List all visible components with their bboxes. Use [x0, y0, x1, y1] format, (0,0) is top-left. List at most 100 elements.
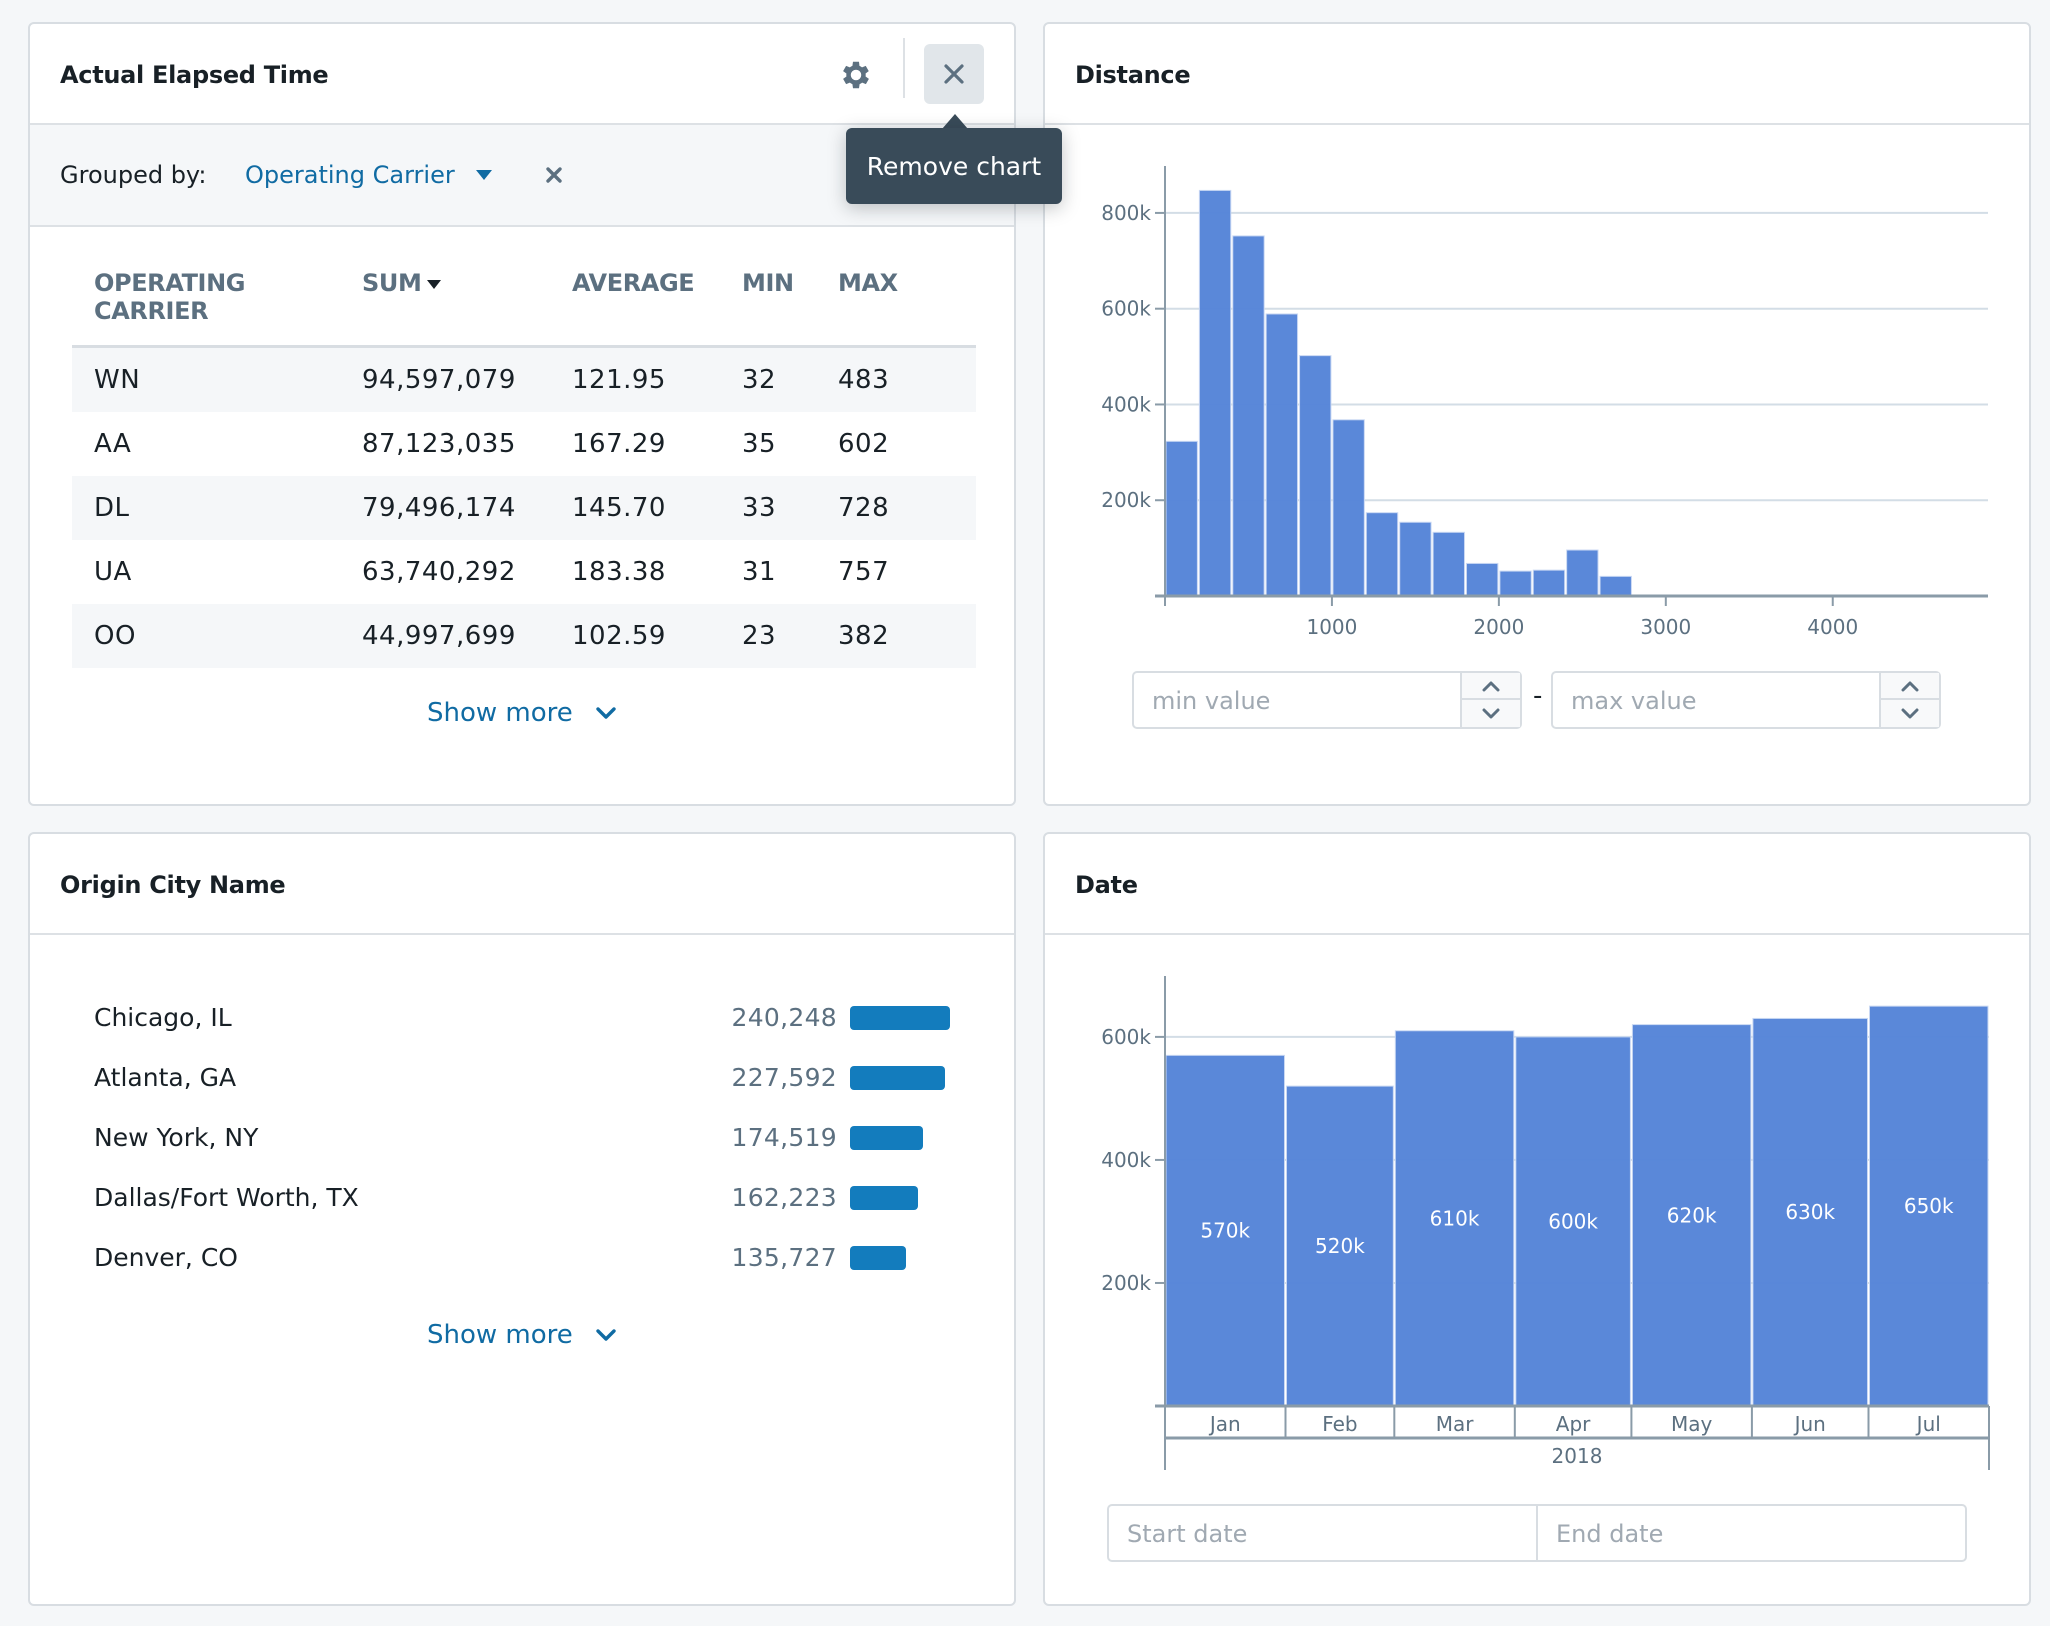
chevron-down-icon — [596, 1329, 616, 1341]
histogram-bar — [1399, 521, 1432, 597]
city-count-bar — [850, 1006, 950, 1030]
bar-data-label: 610k — [1430, 1206, 1480, 1230]
month-label: Apr — [1556, 1412, 1591, 1436]
cell-carrier: WN — [72, 346, 362, 412]
decrement-button[interactable] — [1462, 700, 1520, 727]
cell-min: 23 — [742, 604, 838, 668]
start-date-input[interactable]: Start date — [1109, 1506, 1536, 1560]
cell-carrier: OO — [72, 604, 362, 668]
close-icon — [546, 167, 562, 183]
table-row: OO 44,997,699 102.59 23 382 — [72, 604, 976, 668]
histogram-bar — [1566, 549, 1599, 597]
origin-city-panel: Origin City Name Chicago, IL 240,248 Atlan… — [28, 832, 1016, 1606]
cell-sum: 94,597,079 — [362, 346, 572, 412]
x-tick-label: 4000 — [1807, 615, 1858, 639]
grouped-by-select[interactable]: Operating Carrier — [245, 161, 455, 189]
column-header-carrier[interactable]: OPERATING CARRIER — [72, 269, 362, 348]
month-label: May — [1671, 1412, 1713, 1436]
header-divider — [903, 38, 905, 98]
y-tick-label: 200k — [1101, 488, 1151, 512]
y-tick-label: 800k — [1101, 201, 1151, 225]
min-value-input[interactable]: min value — [1132, 671, 1522, 729]
chevron-up-icon — [1482, 681, 1500, 691]
city-count: 174,519 — [731, 1123, 837, 1152]
max-value-input[interactable]: max value — [1551, 671, 1941, 729]
date-histogram: 200k 400k 600k 570k 520k 610k 600k 620k 630k 650k… — [1101, 976, 1990, 1470]
city-name: Chicago, IL — [94, 1003, 232, 1032]
range-separator: - — [1533, 681, 1543, 711]
column-header-sum[interactable]: SUM — [362, 269, 572, 348]
cell-max: 602 — [838, 429, 890, 459]
cell-carrier: AA — [94, 429, 132, 459]
grouped-by-label: Grouped by: — [60, 161, 207, 189]
increment-button[interactable] — [1462, 673, 1520, 700]
histogram-bar — [1365, 512, 1399, 597]
end-date-input[interactable]: End date — [1536, 1506, 1965, 1560]
table-row: WN 94,597,079 121.95 32 483 — [72, 346, 976, 412]
cell-carrier: UA — [94, 557, 132, 587]
cell-max: 728 — [838, 476, 976, 540]
cell-sum: 87,123,035 — [362, 429, 516, 459]
month-label: Jul — [1915, 1412, 1941, 1436]
city-count-bar — [850, 1126, 923, 1150]
cell-carrier: DL — [72, 476, 362, 540]
caret-down-icon[interactable] — [476, 170, 492, 180]
cell-average: 145.70 — [572, 476, 742, 540]
column-header-min[interactable]: MIN — [742, 269, 838, 348]
cell-min: 31 — [742, 557, 777, 587]
show-more-label: Show more — [427, 698, 573, 728]
city-name: New York, NY — [94, 1123, 259, 1152]
histogram-bar — [1332, 419, 1365, 597]
y-tick-label: 600k — [1101, 1025, 1151, 1049]
city-count-bar — [850, 1066, 945, 1090]
city-count-bar — [850, 1246, 907, 1270]
y-tick-label: 400k — [1101, 392, 1151, 416]
table-row: AA 87,123,035 167.29 35 602 — [72, 412, 976, 476]
histogram-bar — [1232, 235, 1265, 597]
cell-min: 35 — [742, 429, 777, 459]
city-name: Dallas/Fort Worth, TX — [94, 1183, 359, 1212]
histogram-bar — [1499, 570, 1532, 597]
city-count: 135,727 — [731, 1243, 837, 1272]
show-more-button[interactable]: Show more — [427, 698, 617, 728]
histogram-bar — [1198, 189, 1232, 597]
cell-average: 167.29 — [572, 429, 666, 459]
column-header-average[interactable]: AVERAGE — [572, 269, 742, 348]
gear-icon[interactable] — [838, 57, 874, 93]
max-value-stepper — [1879, 673, 1939, 727]
x-tick-label: 2000 — [1473, 615, 1524, 639]
month-label: Feb — [1322, 1412, 1357, 1436]
year-label: 2018 — [1552, 1444, 1603, 1468]
histogram-bar — [1465, 562, 1499, 597]
tooltip-text: Remove chart — [866, 151, 1042, 181]
cell-sum: 79,496,174 — [362, 476, 572, 540]
close-icon — [944, 64, 964, 84]
table-row: UA 63,740,292 183.38 31 757 — [72, 540, 976, 604]
max-value-placeholder: max value — [1571, 687, 1697, 715]
cell-sum: 44,997,699 — [362, 604, 572, 668]
x-tick-label: 1000 — [1306, 615, 1357, 639]
table-header-row: OPERATING CARRIER SUM AVERAGE MIN MAX — [72, 269, 976, 348]
start-date-placeholder: Start date — [1127, 1520, 1248, 1548]
bar-data-label: 650k — [1904, 1194, 1954, 1218]
remove-chart-button[interactable] — [924, 44, 984, 104]
chevron-down-icon — [596, 707, 616, 719]
month-label: Mar — [1436, 1412, 1475, 1436]
city-count-bar — [850, 1186, 918, 1210]
cell-average: 183.38 — [572, 557, 666, 587]
decrement-button[interactable] — [1881, 700, 1939, 727]
column-header-max[interactable]: MAX — [838, 269, 976, 348]
clear-grouping-button[interactable] — [542, 163, 566, 187]
date-range-input: Start date End date — [1107, 1504, 1967, 1562]
chevron-up-icon — [1901, 681, 1919, 691]
histogram-bar — [1432, 531, 1465, 597]
bar-data-label: 520k — [1315, 1234, 1365, 1258]
show-more-button[interactable]: Show more — [427, 1320, 617, 1350]
cell-average: 102.59 — [572, 604, 742, 668]
city-name: Denver, CO — [94, 1243, 238, 1272]
increment-button[interactable] — [1881, 673, 1939, 700]
date-panel: Date 200k 400k 600k 570k 520k 610k 600k 620k 630… — [1043, 832, 2031, 1606]
cell-max: 757 — [838, 557, 890, 587]
min-value-stepper — [1460, 673, 1520, 727]
show-more-label: Show more — [427, 1320, 573, 1350]
